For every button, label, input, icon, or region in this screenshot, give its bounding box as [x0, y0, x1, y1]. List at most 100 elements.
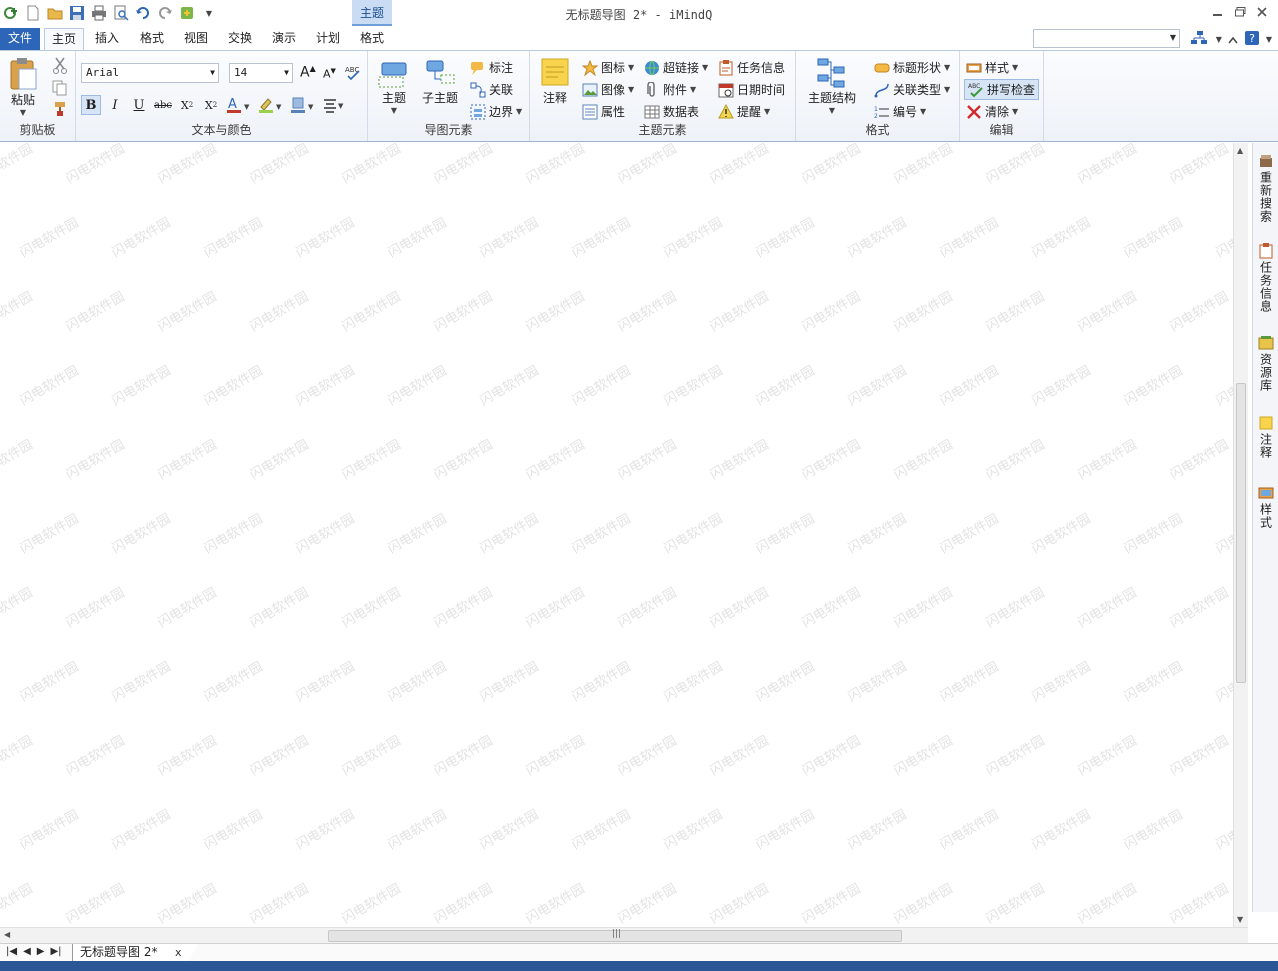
note-button[interactable]: 注释 — [540, 57, 570, 106]
paste-button[interactable]: 粘贴 ▼ — [8, 57, 38, 117]
style-button[interactable]: 样式 ▼ — [966, 59, 1018, 76]
watermark-text: 闪电软件园 — [247, 143, 312, 187]
highlight-color-icon[interactable]: ▼ — [257, 95, 285, 115]
clear-button[interactable]: 清除 ▼ — [966, 103, 1018, 120]
watermark-text: 闪电软件园 — [523, 733, 588, 779]
numbering-dropdown-icon[interactable]: ▼ — [920, 107, 926, 116]
attachment-button[interactable]: 附件 ▼ — [644, 81, 696, 98]
format-painter-icon[interactable] — [52, 101, 68, 120]
spelling-icon[interactable]: ABC — [344, 63, 362, 84]
side-tab-styles[interactable]: 样式 — [1255, 485, 1277, 529]
watermark-text: 闪电软件园 — [523, 881, 588, 927]
layout-icon[interactable] — [1190, 30, 1210, 49]
taskinfo-button[interactable]: 任务信息 — [718, 59, 785, 76]
side-tab-library[interactable]: 资源库 — [1255, 335, 1277, 392]
boundary-button[interactable]: 边界 ▼ — [470, 103, 522, 120]
superscript-icon[interactable]: X2 — [201, 95, 221, 115]
datatable-button[interactable]: 数据表 — [644, 103, 699, 120]
topic-dropdown-icon[interactable]: ▼ — [391, 106, 397, 115]
clear-dropdown-icon[interactable]: ▼ — [1012, 107, 1018, 116]
search-input[interactable]: ▼ — [1033, 29, 1180, 48]
datetime-button[interactable]: 日期时间 — [718, 81, 785, 98]
underline-icon[interactable]: U — [129, 95, 149, 115]
ribbon-tabs: 文件 主页 插入 格式 视图 交换 演示 计划 格式 ▼ ▼ ? ▼ — [0, 28, 1278, 51]
numbering-button[interactable]: 12 编号 ▼ — [874, 103, 926, 120]
callout-button[interactable]: 标注 — [470, 59, 513, 76]
topic-shape-button[interactable]: 标题形状 ▼ — [874, 59, 950, 76]
icon-button[interactable]: 图标 ▼ — [582, 59, 634, 76]
layout-dropdown-icon[interactable]: ▼ — [1216, 35, 1222, 44]
side-tab-notes[interactable]: 注释 — [1255, 415, 1277, 459]
tab-exchange[interactable]: 交换 — [221, 28, 259, 50]
collapse-ribbon-icon[interactable] — [1228, 33, 1238, 47]
topic-structure-button[interactable]: 主题结构 ▼ — [808, 57, 856, 115]
side-tab-taskinfo[interactable]: 任务信息 — [1255, 243, 1277, 313]
shape-dropdown-icon[interactable]: ▼ — [944, 63, 950, 72]
vertical-scrollbar[interactable]: ▲ ▼ — [1233, 143, 1248, 927]
shrink-font-icon[interactable]: A▼ — [323, 67, 336, 81]
copy-icon[interactable] — [52, 80, 68, 99]
scroll-up-icon[interactable]: ▲ — [1237, 146, 1243, 155]
map-canvas[interactable]: 闪电软件园 闪电软件园 闪电软件园 闪电软件园 闪电软件园 闪电软件园 闪电软件园 闪电软件园… — [0, 143, 1233, 927]
grow-font-icon[interactable]: A▲ — [300, 64, 316, 81]
icon-dropdown-icon[interactable]: ▼ — [628, 63, 634, 72]
fill-color-icon[interactable]: ▼ — [289, 95, 317, 115]
structure-dropdown-icon[interactable]: ▼ — [829, 106, 835, 115]
relationship-button[interactable]: 关联 — [470, 81, 513, 98]
watermark-text: 闪电软件园 — [569, 659, 634, 705]
boundary-dropdown-icon[interactable]: ▼ — [516, 107, 522, 116]
vertical-scroll-thumb[interactable] — [1236, 383, 1246, 683]
restore-icon[interactable] — [1232, 2, 1248, 22]
strikethrough-icon[interactable]: abc — [153, 95, 173, 115]
watermark-text: 闪电软件园 — [845, 807, 910, 853]
subscript-icon[interactable]: X2 — [177, 95, 197, 115]
subtopic-button[interactable]: 子主题 — [422, 59, 458, 106]
spellcheck-button[interactable]: ABC 拼写检查 — [964, 79, 1040, 100]
watermark-text: 闪电软件园 — [1075, 437, 1140, 483]
tab-file[interactable]: 文件 — [0, 28, 40, 50]
tab-plan[interactable]: 计划 — [309, 28, 347, 50]
relation-type-dropdown-icon[interactable]: ▼ — [944, 85, 950, 94]
help-dropdown-icon[interactable]: ▼ — [1266, 35, 1272, 44]
scroll-left-icon[interactable]: ◀ — [4, 930, 10, 939]
reminder-button[interactable]: 提醒 ▼ — [718, 103, 770, 120]
align-icon[interactable]: ▼ — [321, 95, 347, 115]
close-sheet-icon[interactable]: x — [175, 946, 182, 959]
paperclip-icon — [647, 81, 655, 97]
first-sheet-icon[interactable]: |◀ — [6, 946, 17, 957]
reminder-dropdown-icon[interactable]: ▼ — [764, 107, 770, 116]
bold-icon[interactable]: B — [81, 95, 101, 115]
relation-type-button[interactable]: 关联类型 ▼ — [874, 81, 950, 98]
tab-view[interactable]: 视图 — [177, 28, 215, 50]
font-size-select[interactable]: 14 ▼ — [229, 63, 293, 83]
font-family-select[interactable]: Arial ▼ — [81, 63, 219, 83]
font-color-icon[interactable]: A ▼ — [225, 95, 253, 115]
paste-dropdown-icon[interactable]: ▼ — [20, 108, 26, 117]
tab-insert[interactable]: 插入 — [88, 28, 126, 50]
tab-home[interactable]: 主页 — [44, 28, 84, 51]
hyperlink-dropdown-icon[interactable]: ▼ — [702, 63, 708, 72]
scroll-down-icon[interactable]: ▼ — [1237, 915, 1243, 924]
watermark-text: 闪电软件园 — [1167, 881, 1232, 927]
close-icon[interactable] — [1254, 2, 1270, 22]
attachment-dropdown-icon[interactable]: ▼ — [690, 85, 696, 94]
image-dropdown-icon[interactable]: ▼ — [628, 85, 634, 94]
image-button[interactable]: 图像 ▼ — [582, 81, 634, 98]
horizontal-scroll-thumb[interactable]: ||| — [328, 929, 902, 942]
last-sheet-icon[interactable]: ▶| — [50, 946, 61, 957]
hyperlink-button[interactable]: 超链接 ▼ — [644, 59, 708, 76]
tab-topic-format[interactable]: 格式 — [353, 28, 391, 50]
side-tab-search[interactable]: 重新搜索 — [1255, 153, 1277, 223]
italic-icon[interactable]: I — [105, 95, 125, 115]
help-icon[interactable]: ? — [1244, 30, 1260, 49]
properties-button[interactable]: 属性 — [582, 103, 625, 120]
horizontal-scrollbar[interactable]: ◀ ||| — [0, 927, 1248, 943]
tab-presentation[interactable]: 演示 — [265, 28, 303, 50]
cut-icon[interactable] — [52, 57, 68, 78]
topic-button[interactable]: 主题 ▼ — [378, 59, 410, 115]
next-sheet-icon[interactable]: ▶ — [37, 946, 45, 957]
style-dropdown-icon[interactable]: ▼ — [1012, 63, 1018, 72]
prev-sheet-icon[interactable]: ◀ — [23, 946, 31, 957]
tab-format[interactable]: 格式 — [133, 28, 171, 50]
minimize-icon[interactable] — [1210, 2, 1226, 22]
